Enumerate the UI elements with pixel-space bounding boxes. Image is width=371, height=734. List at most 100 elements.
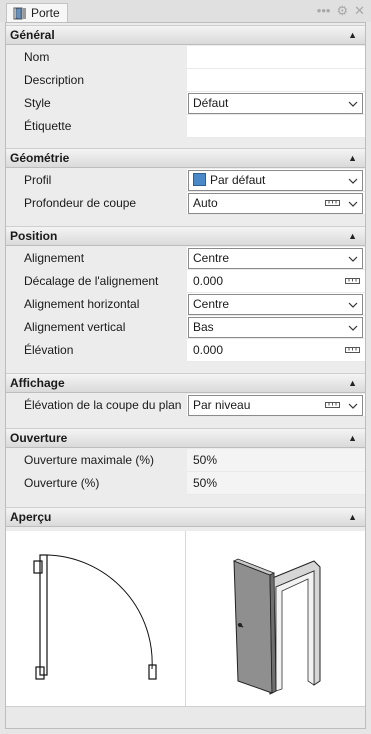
section-header-position[interactable]: Position ▲ bbox=[6, 226, 365, 246]
property-label: Alignement bbox=[24, 251, 85, 265]
plan-cut-elevation-cell: Par niveau bbox=[187, 394, 365, 417]
profile-color-swatch bbox=[193, 173, 206, 187]
tab-tools: ••• ⚙ ✕ bbox=[317, 4, 365, 17]
chevron-down-icon[interactable] bbox=[346, 296, 360, 313]
max-opening-value: 50% bbox=[193, 453, 218, 467]
collapse-icon[interactable]: ▲ bbox=[348, 429, 357, 447]
property-label: Profil bbox=[24, 173, 52, 187]
property-label: Style bbox=[24, 96, 51, 110]
section-header-general[interactable]: Général ▲ bbox=[6, 25, 365, 45]
property-row-description: Description bbox=[6, 69, 365, 92]
collapse-icon[interactable]: ▲ bbox=[348, 374, 357, 392]
cut-depth-dropdown[interactable]: Auto bbox=[188, 193, 363, 214]
collapse-icon[interactable]: ▲ bbox=[348, 508, 357, 526]
property-row-style: Style Défaut bbox=[6, 92, 365, 115]
tab-title: Porte bbox=[31, 6, 60, 20]
ruler-icon[interactable] bbox=[325, 200, 340, 206]
preview-area bbox=[6, 531, 365, 707]
cut-depth-value: Auto bbox=[193, 196, 218, 210]
property-label: Profondeur de coupe bbox=[24, 196, 137, 210]
profile-value-wrap: Par défaut bbox=[193, 171, 265, 190]
alignment-value: Centre bbox=[193, 251, 230, 265]
property-row-alignment-offset: Décalage de l'alignement 0.000 bbox=[6, 270, 365, 293]
property-label: Description bbox=[24, 73, 85, 87]
property-label: Ouverture (%) bbox=[24, 476, 100, 490]
tab-porte[interactable]: Porte bbox=[6, 3, 68, 22]
property-row-max-opening: Ouverture maximale (%) 50% bbox=[6, 449, 365, 472]
collapse-icon[interactable]: ▲ bbox=[348, 26, 357, 44]
property-label: Ouverture maximale (%) bbox=[24, 453, 155, 467]
property-row-plan-cut-elevation: Élévation de la coupe du plan Par niveau bbox=[6, 394, 365, 417]
elevation-field[interactable]: 0.000 bbox=[187, 339, 365, 362]
section-header-preview[interactable]: Aperçu ▲ bbox=[6, 507, 365, 527]
chevron-down-icon[interactable] bbox=[346, 95, 360, 112]
section-title: Général bbox=[10, 28, 55, 42]
section-header-geometry[interactable]: Géométrie ▲ bbox=[6, 148, 365, 168]
profile-cell: Par défaut bbox=[187, 169, 365, 192]
profile-dropdown[interactable]: Par défaut bbox=[188, 170, 363, 191]
name-field[interactable] bbox=[187, 46, 365, 69]
property-label: Élévation bbox=[24, 343, 74, 357]
vertical-alignment-value: Bas bbox=[193, 320, 214, 334]
more-icon[interactable]: ••• bbox=[317, 4, 331, 17]
section-title: Affichage bbox=[10, 376, 65, 390]
section-header-opening[interactable]: Ouverture ▲ bbox=[6, 428, 365, 448]
style-value: Défaut bbox=[193, 96, 229, 110]
property-row-opening: Ouverture (%) 50% bbox=[6, 472, 365, 495]
chevron-down-icon[interactable] bbox=[346, 250, 360, 267]
profile-value: Par défaut bbox=[210, 173, 266, 187]
door-plan-view bbox=[33, 554, 157, 680]
property-label: Alignement vertical bbox=[24, 320, 126, 334]
alignment-offset-field[interactable]: 0.000 bbox=[187, 270, 365, 293]
property-label: Alignement horizontal bbox=[24, 297, 140, 311]
collapse-icon[interactable]: ▲ bbox=[348, 227, 357, 245]
door-3d-view bbox=[233, 558, 321, 695]
alignment-dropdown[interactable]: Centre bbox=[188, 248, 363, 269]
max-opening-field[interactable]: 50% bbox=[187, 449, 365, 472]
property-label: Nom bbox=[24, 50, 50, 64]
chevron-down-icon[interactable] bbox=[346, 397, 360, 414]
property-row-alignment: Alignement Centre bbox=[6, 247, 365, 270]
label-field[interactable] bbox=[187, 115, 365, 138]
panel-footer bbox=[6, 707, 365, 728]
property-label: Décalage de l'alignement bbox=[24, 274, 159, 288]
alignment-cell: Centre bbox=[187, 247, 365, 270]
chevron-down-icon[interactable] bbox=[346, 195, 360, 212]
style-cell: Défaut bbox=[187, 92, 365, 115]
opening-value: 50% bbox=[193, 476, 218, 490]
section-title: Ouverture bbox=[10, 431, 68, 445]
horizontal-alignment-value: Centre bbox=[193, 297, 230, 311]
ruler-icon[interactable] bbox=[345, 278, 360, 284]
door-icon bbox=[13, 7, 26, 19]
settings-icon[interactable]: ⚙ bbox=[336, 4, 348, 17]
property-row-profile: Profil Par défaut bbox=[6, 169, 365, 192]
alignment-offset-value: 0.000 bbox=[193, 274, 224, 288]
elevation-value: 0.000 bbox=[193, 343, 224, 357]
property-row-label: Étiquette bbox=[6, 115, 365, 138]
properties-panel: Général ▲ Nom Description Style Défaut É… bbox=[5, 22, 366, 729]
chevron-down-icon[interactable] bbox=[346, 319, 360, 336]
ruler-icon[interactable] bbox=[325, 402, 340, 408]
section-title: Géométrie bbox=[10, 151, 70, 165]
horizontal-alignment-dropdown[interactable]: Centre bbox=[188, 294, 363, 315]
ruler-icon[interactable] bbox=[345, 347, 360, 353]
section-title: Aperçu bbox=[10, 510, 52, 524]
property-row-cut-depth: Profondeur de coupe Auto bbox=[6, 192, 365, 215]
style-dropdown[interactable]: Défaut bbox=[188, 93, 363, 114]
close-icon[interactable]: ✕ bbox=[354, 4, 365, 17]
horizontal-alignment-cell: Centre bbox=[187, 293, 365, 316]
property-label: Étiquette bbox=[24, 119, 72, 133]
property-row-horizontal-alignment: Alignement horizontal Centre bbox=[6, 293, 365, 316]
vertical-alignment-dropdown[interactable]: Bas bbox=[188, 317, 363, 338]
section-header-display[interactable]: Affichage ▲ bbox=[6, 373, 365, 393]
opening-field[interactable]: 50% bbox=[187, 472, 365, 495]
description-field[interactable] bbox=[187, 69, 365, 92]
plan-cut-elevation-value: Par niveau bbox=[193, 398, 251, 412]
property-row-elevation: Élévation 0.000 bbox=[6, 339, 365, 362]
property-row-vertical-alignment: Alignement vertical Bas bbox=[6, 316, 365, 339]
chevron-down-icon[interactable] bbox=[346, 172, 360, 189]
property-label: Élévation de la coupe du plan bbox=[24, 398, 182, 412]
vertical-alignment-cell: Bas bbox=[187, 316, 365, 339]
plan-cut-elevation-dropdown[interactable]: Par niveau bbox=[188, 395, 363, 416]
collapse-icon[interactable]: ▲ bbox=[348, 149, 357, 167]
